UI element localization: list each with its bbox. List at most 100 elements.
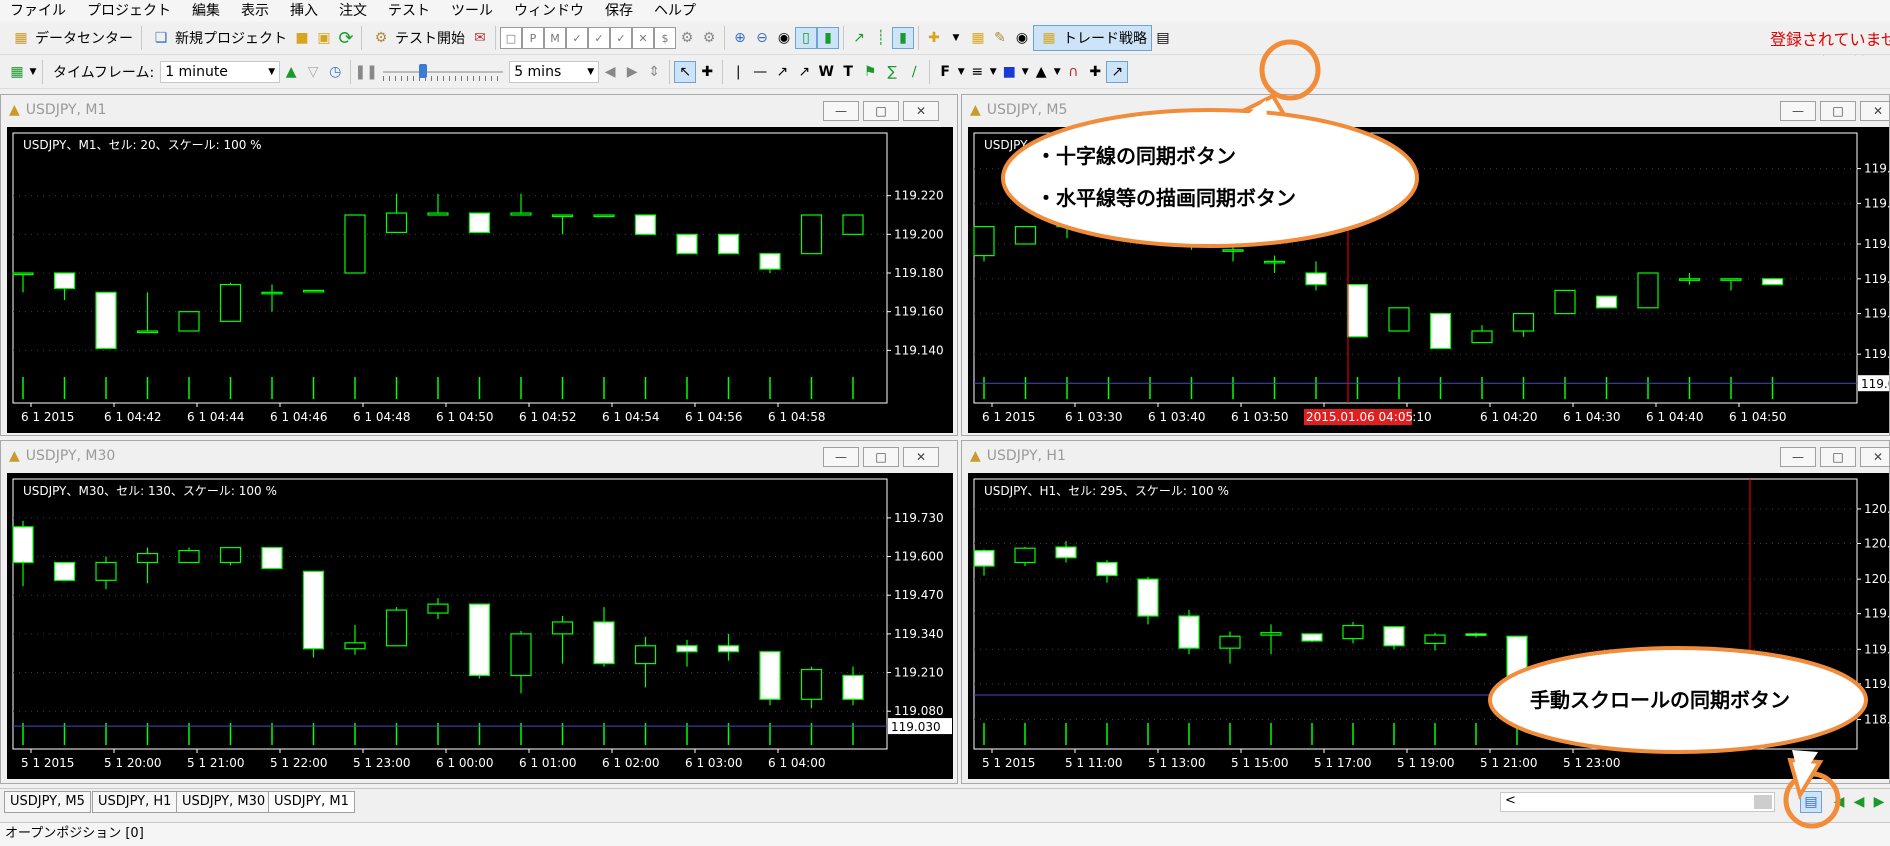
slider-thumb[interactable] <box>419 64 428 78</box>
tab-usdjpy-m5[interactable]: USDJPY, M5 <box>4 791 91 813</box>
timeframe-select[interactable]: 1 minute ▼ <box>160 61 281 83</box>
speed-select[interactable]: 5 mins ▼ <box>509 61 600 83</box>
menu-item[interactable]: テスト <box>378 1 441 21</box>
tab-usdjpy-m1[interactable]: USDJPY, M1 <box>268 791 355 813</box>
menu-item[interactable]: 編集 <box>182 1 231 21</box>
sync-scroll-icon[interactable]: ▤ <box>1800 791 1822 813</box>
menu-item[interactable]: 注文 <box>329 1 378 21</box>
binoculars-icon[interactable]: ◉ <box>773 27 795 49</box>
check-all-icon[interactable]: ✓ <box>588 27 610 49</box>
scroll-thumb[interactable] <box>1754 795 1772 809</box>
menu-item[interactable]: ヘルプ <box>644 1 707 21</box>
trade-strategy-button[interactable]: ▦ トレード戦略 <box>1033 25 1152 51</box>
magnet-icon[interactable]: ∩ <box>1062 61 1084 83</box>
clock-icon[interactable]: ◷ <box>324 61 346 83</box>
check-position-icon[interactable]: ✓ <box>610 27 632 49</box>
chart-canvas[interactable]: 119.40 119.34 119.27 119.21 119.15 119.08 6 1 … <box>968 127 1890 433</box>
maximize-button[interactable]: □ <box>863 447 899 467</box>
candle-type-icon[interactable]: ▮ <box>892 27 914 49</box>
menu-item[interactable]: ファイル <box>0 1 77 21</box>
scroll-begin-icon[interactable]: ◀ <box>1828 791 1850 813</box>
chart-window-usdjpy-m1[interactable]: ▲ USDJPY, M1 — □ ✕ 119.220 119.200 119.180 119… <box>0 94 958 436</box>
arrow-up-icon[interactable]: ▲ <box>280 61 302 83</box>
money-icon[interactable]: $ <box>654 27 676 49</box>
sync-crosshair-icon[interactable]: ✚ <box>1084 61 1106 83</box>
minimize-button[interactable]: — <box>1780 101 1816 121</box>
zoom-in-icon[interactable]: ⊕ <box>729 27 751 49</box>
bar-chart-icon[interactable]: ▯ <box>795 27 817 49</box>
chart-canvas[interactable]: 119.220 119.200 119.180 119.160 119.140 6 1 2… <box>7 127 953 433</box>
data-center-button[interactable]: ▦ データセンター <box>6 25 137 51</box>
broom-icon[interactable]: ✎ <box>989 27 1011 49</box>
save-copy-icon[interactable]: ▣ <box>313 27 335 49</box>
close-button[interactable]: ✕ <box>1860 101 1889 121</box>
horizontal-line-icon[interactable]: — <box>749 61 771 83</box>
minimize-button[interactable]: — <box>823 101 859 121</box>
minimize-button[interactable]: — <box>1780 447 1816 467</box>
camera-icon[interactable]: ◉ <box>1011 27 1033 49</box>
arrow-down-icon[interactable]: ▽ <box>302 61 324 83</box>
chevron-down-icon[interactable]: ▼ <box>956 61 966 83</box>
check-order-icon[interactable]: ✓ <box>566 27 588 49</box>
shift-left-icon[interactable]: ◀ <box>599 61 621 83</box>
line-chart-icon[interactable]: ↗ <box>848 27 870 49</box>
line-style-icon[interactable]: ≡ <box>966 61 988 83</box>
horizontal-scrollbar[interactable]: < <box>1500 792 1775 812</box>
pending-order-icon[interactable]: P <box>522 27 544 49</box>
wave-icon[interactable]: W <box>815 61 837 83</box>
ray-icon[interactable]: ↗ <box>793 61 815 83</box>
trendline-icon[interactable]: ↗ <box>771 61 793 83</box>
speed-slider[interactable] <box>383 61 504 83</box>
label-icon[interactable]: ⚑ <box>859 61 881 83</box>
text-icon[interactable]: T <box>837 61 859 83</box>
notes-icon[interactable]: ▤ <box>1152 27 1174 49</box>
fibonacci-icon[interactable]: ∑ <box>881 61 903 83</box>
chart-canvas[interactable]: 119.730 119.600 119.470 119.340 119.210 119.0… <box>7 473 953 779</box>
shift-up-down-icon[interactable]: ⇕ <box>643 61 665 83</box>
fill-icon[interactable]: ▲ <box>1030 61 1052 83</box>
menu-item[interactable]: ウィンドウ <box>504 1 595 21</box>
maximize-button[interactable]: □ <box>1820 447 1856 467</box>
chevron-down-icon[interactable]: ▼ <box>988 61 998 83</box>
chart-window-usdjpy-h1[interactable]: ▲USDJPY, H1 —□✕ 120.65 120.36 120.06 119.77… <box>961 440 1890 784</box>
close-button[interactable]: ✕ <box>1860 447 1889 467</box>
menu-item[interactable]: ツール <box>441 1 504 21</box>
tab-usdjpy-m30[interactable]: USDJPY, M30 <box>176 791 272 813</box>
maximize-button[interactable]: □ <box>1820 101 1856 121</box>
vertical-line-icon[interactable]: ❘ <box>727 61 749 83</box>
template-icon[interactable]: ▦ <box>967 27 989 49</box>
modify-order-icon[interactable]: M <box>544 27 566 49</box>
channel-icon[interactable]: ∕ <box>903 61 925 83</box>
scroll-prev-icon[interactable]: ◀ <box>1848 791 1870 813</box>
ohlc-chart-icon[interactable]: ┊ <box>870 27 892 49</box>
menu-item[interactable]: 挿入 <box>280 1 329 21</box>
step-forward-icon[interactable]: ⚙ <box>698 27 720 49</box>
open-folder-icon[interactable]: ■ <box>291 27 313 49</box>
tab-usdjpy-h1[interactable]: USDJPY, H1 <box>92 791 178 813</box>
scroll-left-icon[interactable]: < <box>1505 793 1516 808</box>
test-report-icon[interactable]: ✉ <box>469 27 491 49</box>
close-button[interactable]: ✕ <box>903 447 939 467</box>
test-start-button[interactable]: ⚙ テスト開始 <box>366 25 469 51</box>
crosshair-icon[interactable]: ✚ <box>696 61 718 83</box>
zoom-out-icon[interactable]: ⊖ <box>751 27 773 49</box>
refresh-icon[interactable]: ⟳ <box>335 27 357 49</box>
indicator-icon[interactable]: ✚ <box>923 27 945 49</box>
chevron-down-icon[interactable]: ▼ <box>945 27 967 49</box>
chart-window-usdjpy-m30[interactable]: ▲ USDJPY, M30 — □ ✕ 119.730 119.600 119.470 11… <box>0 440 958 784</box>
new-chart-icon[interactable]: ▦ <box>6 61 28 83</box>
menu-item[interactable]: 保存 <box>595 1 644 21</box>
scroll-next-icon[interactable]: ▶ <box>1868 791 1890 813</box>
chevron-down-icon[interactable]: ▼ <box>28 61 38 83</box>
color-icon[interactable]: ■ <box>998 61 1020 83</box>
menu-item[interactable]: 表示 <box>231 1 280 21</box>
menu-item[interactable]: プロジェクト <box>77 1 182 21</box>
new-project-button[interactable]: ❏ 新規プロジェクト <box>146 25 291 51</box>
chevron-down-icon[interactable]: ▼ <box>1020 61 1030 83</box>
close-order-icon[interactable]: ✕ <box>632 27 654 49</box>
maximize-button[interactable]: □ <box>863 101 899 121</box>
step-back-icon[interactable]: ⚙ <box>676 27 698 49</box>
shift-right-icon[interactable]: ▶ <box>621 61 643 83</box>
pause-icon[interactable]: ❚❚ <box>354 61 377 83</box>
close-button[interactable]: ✕ <box>903 101 939 121</box>
